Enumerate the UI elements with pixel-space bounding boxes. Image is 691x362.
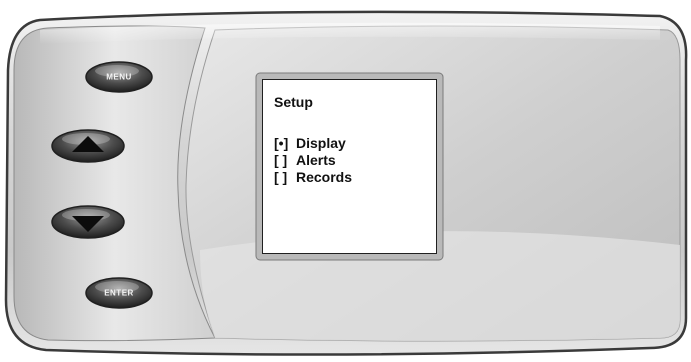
down-button[interactable]	[50, 204, 126, 240]
up-button[interactable]	[50, 128, 126, 164]
radio-empty-marker: [ ]	[274, 169, 288, 185]
menu-item-alerts[interactable]: [ ] Alerts	[274, 152, 352, 169]
menu-item-display[interactable]: [•] Display	[274, 135, 352, 152]
menu-item-label: Display	[296, 135, 346, 151]
enter-button[interactable]: ENTER	[84, 276, 154, 310]
device-body: MENU ENTER Setup [•] Display [ ] Alerts [ …	[0, 0, 691, 362]
enter-button-shape	[85, 277, 153, 309]
menu-button[interactable]: MENU	[84, 60, 154, 94]
display-screen: Setup [•] Display [ ] Alerts [ ] Records	[262, 79, 437, 254]
screen-title: Setup	[274, 94, 313, 110]
menu-button-shape	[85, 61, 153, 93]
radio-selected-marker: [•]	[274, 135, 289, 151]
menu-item-label: Alerts	[296, 152, 336, 168]
setup-menu-list: [•] Display [ ] Alerts [ ] Records	[274, 135, 352, 186]
menu-item-records[interactable]: [ ] Records	[274, 169, 352, 186]
triangle-down-icon	[51, 205, 125, 239]
radio-empty-marker: [ ]	[274, 152, 288, 168]
triangle-up-icon	[51, 129, 125, 163]
menu-item-label: Records	[296, 169, 353, 185]
